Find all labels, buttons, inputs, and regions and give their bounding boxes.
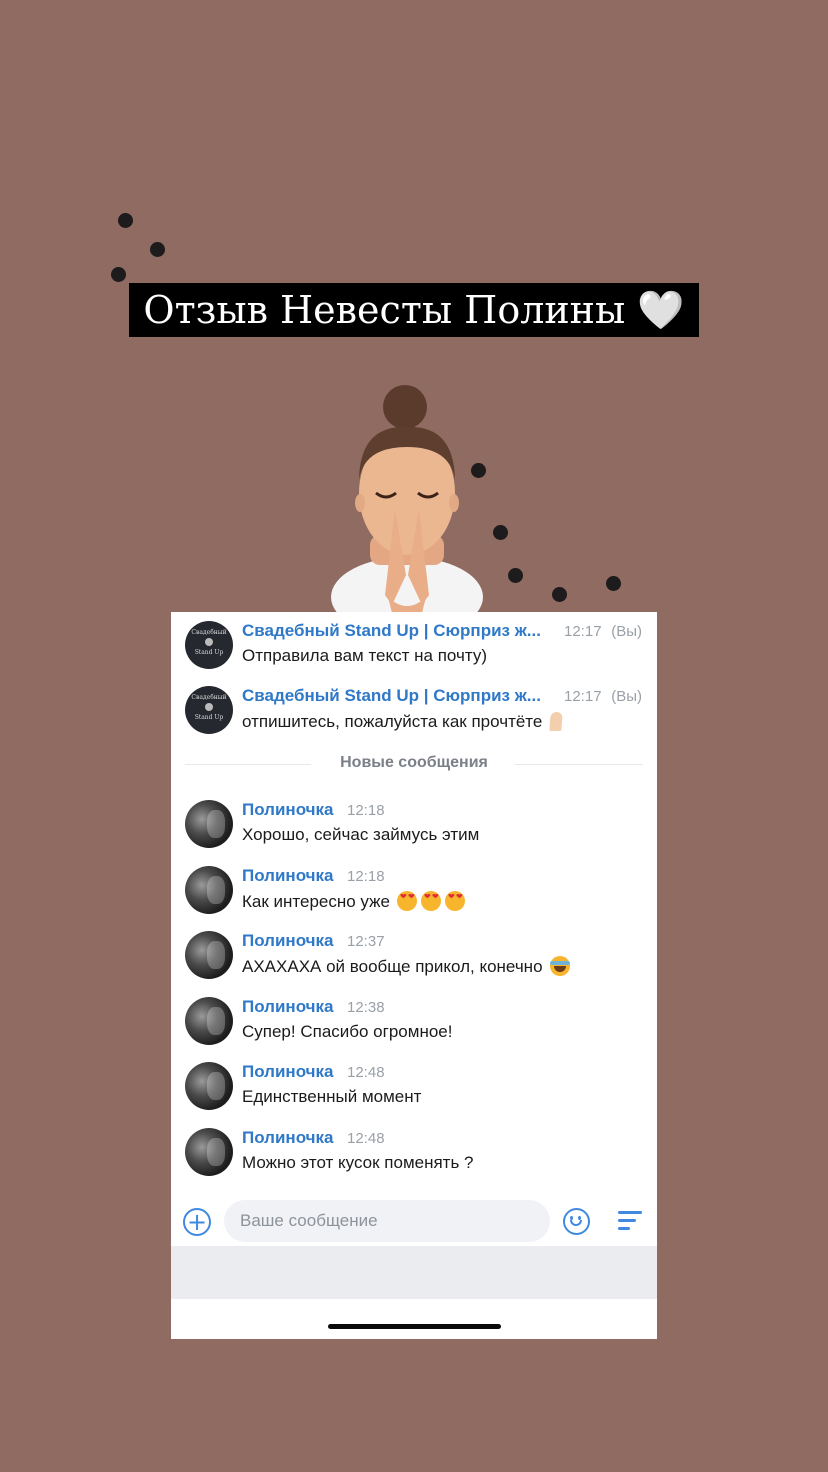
folded-hands-icon [546, 711, 566, 731]
message-author[interactable]: Полиночка [242, 1062, 334, 1082]
message-row: Свадебный Stand Up Свадебный Stand Up | … [171, 612, 657, 672]
message-time: 12:37 [347, 933, 385, 950]
message-row: Полиночка 12:48 Можно этот кусок поменят… [171, 1119, 657, 1179]
story-title: Отзыв Невесты Полины 🤍 [129, 283, 699, 337]
message-text: Хорошо, сейчас займусь этим [242, 825, 480, 844]
avatar[interactable]: Свадебный Stand Up [185, 686, 233, 734]
message-author[interactable]: Свадебный Stand Up | Сюрприз ж... [242, 686, 541, 706]
new-messages-label: Новые сообщения [340, 754, 488, 771]
message-row: Свадебный Stand Up Свадебный Stand Up | … [171, 677, 657, 737]
message-time: 12:18 [347, 868, 385, 885]
chat-panel: Свадебный Stand Up Свадебный Stand Up | … [171, 612, 657, 1339]
message-time: 12:38 [347, 999, 385, 1016]
you-label: (Вы) [611, 623, 642, 640]
message-row: Полиночка 12:38 Супер! Спасибо огромное! [171, 988, 657, 1048]
message-row: Полиночка 12:37 АХАХАХА ой вообще прикол… [171, 922, 657, 982]
message-time: 12:48 [347, 1064, 385, 1081]
story-title-text: Отзыв Невесты Полины [143, 288, 626, 332]
message-text: Единственный момент [242, 1087, 422, 1106]
message-time: 12:17 [564, 623, 602, 640]
white-heart-icon: 🤍 [637, 287, 685, 332]
avatar[interactable] [185, 800, 233, 848]
decor-dot [552, 587, 567, 602]
message-text: АХАХАХА ой вообще прикол, конечно [242, 956, 570, 977]
decor-dot [606, 576, 621, 591]
praying-memoji-sticker [331, 385, 483, 613]
avatar[interactable] [185, 997, 233, 1045]
message-row: Полиночка 12:18 Как интересно уже [171, 857, 657, 917]
avatar[interactable]: Свадебный Stand Up [185, 621, 233, 669]
heart-eyes-icon [396, 891, 417, 911]
avatar[interactable] [185, 1062, 233, 1110]
new-messages-divider: Новые сообщения [185, 752, 643, 776]
message-author[interactable]: Свадебный Stand Up | Сюрприз ж... [242, 621, 541, 641]
message-composer: + [171, 1197, 657, 1247]
message-author[interactable]: Полиночка [242, 931, 334, 951]
message-input[interactable] [224, 1200, 550, 1242]
message-text: Отправила вам текст на почту) [242, 646, 487, 665]
smile-icon[interactable] [563, 1208, 590, 1235]
decor-dot [493, 525, 508, 540]
menu-icon[interactable] [618, 1208, 642, 1232]
heart-eyes-icon [444, 891, 465, 911]
tears-of-joy-icon [549, 956, 570, 976]
avatar[interactable] [185, 931, 233, 979]
decor-dot [150, 242, 165, 257]
heart-eyes-icon [420, 891, 441, 911]
message-text: Можно этот кусок поменять ? [242, 1153, 474, 1172]
decor-dot [111, 267, 126, 282]
keyboard-area [171, 1246, 657, 1299]
message-author[interactable]: Полиночка [242, 800, 334, 820]
avatar[interactable] [185, 866, 233, 914]
you-label: (Вы) [611, 688, 642, 705]
message-author[interactable]: Полиночка [242, 866, 334, 886]
message-time: 12:18 [347, 802, 385, 819]
message-time: 12:17 [564, 688, 602, 705]
message-text: Как интересно уже [242, 891, 465, 912]
home-indicator[interactable] [328, 1324, 501, 1329]
decor-dot [508, 568, 523, 583]
message-text: отпишитесь, пожалуйста как прочтёте [242, 711, 566, 732]
message-row: Полиночка 12:18 Хорошо, сейчас займусь э… [171, 791, 657, 851]
plus-icon[interactable]: + [183, 1208, 211, 1236]
message-row: Полиночка 12:48 Единственный момент [171, 1053, 657, 1113]
message-author[interactable]: Полиночка [242, 1128, 334, 1148]
message-text: Супер! Спасибо огромное! [242, 1022, 453, 1041]
avatar[interactable] [185, 1128, 233, 1176]
message-time: 12:48 [347, 1130, 385, 1147]
decor-dot [118, 213, 133, 228]
message-author[interactable]: Полиночка [242, 997, 334, 1017]
